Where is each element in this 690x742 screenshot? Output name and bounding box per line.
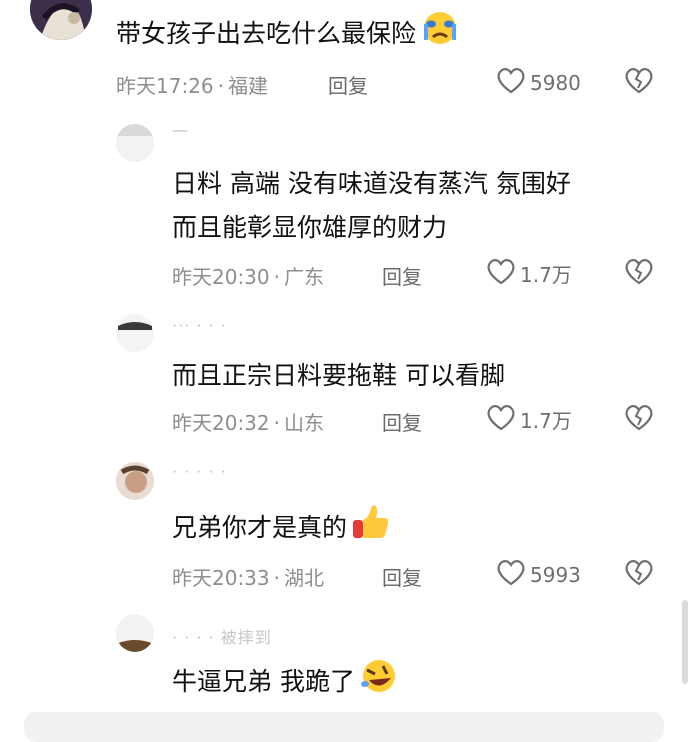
like-button[interactable]: 5993 [496,558,581,591]
comment-content: 而且正宗日料要拖鞋 可以看脚 [172,354,505,398]
comment-time: 昨天20:33 [172,566,270,590]
dislike-button[interactable] [624,403,654,435]
dislike-button[interactable] [624,66,654,98]
heart-icon [496,66,526,99]
comment-location: 山东 [284,411,324,435]
meta-separator: · [217,74,224,98]
avatar-image [30,0,92,40]
comment-text: 兄弟你才是真的 [172,513,348,542]
reply-button[interactable]: 回复 [382,562,422,591]
comment-text: 牛逼兄弟 我跪了 [172,667,355,696]
crying-face-emoji [420,10,460,60]
broken-heart-icon [624,259,654,289]
comment-time: 昨天20:32 [172,411,270,435]
scrollbar[interactable] [682,600,688,684]
reply-button[interactable]: 回复 [382,407,422,436]
comment-content: 兄弟你才是真的 [172,502,391,556]
avatar[interactable] [116,124,154,162]
like-count: 1.7万 [520,409,572,433]
comment-meta: 昨天17:26 · 福建 [116,70,268,99]
username[interactable]: · · · · · [172,462,227,481]
comment-meta: 昨天20:33 · 湖北 [172,562,324,591]
comment-input-bar[interactable] [24,712,664,742]
avatar[interactable] [116,462,154,500]
comment-meta: 昨天20:32 · 山东 [172,407,324,436]
username[interactable]: 一 [172,118,189,142]
comment-location: 福建 [228,74,268,98]
avatar-image [116,314,154,352]
broken-heart-icon [624,405,654,435]
username[interactable]: ··· · · · [172,316,227,335]
heart-icon [486,257,516,290]
dislike-button[interactable] [624,558,654,590]
comment-time: 昨天17:26 [116,74,214,98]
comment-meta: 昨天20:30 · 广东 [172,261,324,290]
meta-separator: · [273,265,280,289]
comment-location: 广东 [284,265,324,289]
comment-content: 日料 高端 没有味道没有蒸汽 氛围好 而且能彰显你雄厚的财力 [172,162,571,250]
like-button[interactable]: 5980 [496,66,581,99]
comment-location: 湖北 [284,566,324,590]
comment-text-line: 日料 高端 没有味道没有蒸汽 氛围好 [172,169,571,198]
avatar-image [116,614,154,652]
comment-text: 带女孩子出去吃什么最保险 [116,19,417,48]
avatar[interactable] [116,614,154,652]
comment-text-line: 而且能彰显你雄厚的财力 [172,213,448,242]
reply-button[interactable]: 回复 [382,261,422,290]
like-count: 5993 [530,562,581,587]
dislike-button[interactable] [624,257,654,289]
meta-separator: · [273,566,280,590]
rofl-emoji [359,658,399,708]
like-button[interactable]: 1.7万 [486,403,572,436]
username[interactable]: · · · · 被摔到 [172,624,272,648]
avatar-image [116,462,154,500]
heart-icon [496,558,526,591]
comment-content: 牛逼兄弟 我跪了 [172,658,399,708]
like-button[interactable]: 1.7万 [486,257,572,290]
meta-separator: · [273,411,280,435]
broken-heart-icon [624,68,654,98]
heart-icon [486,403,516,436]
reply-button[interactable]: 回复 [328,70,368,99]
comment-time: 昨天20:30 [172,265,270,289]
avatar-image [116,124,154,162]
comment-text-line: 而且正宗日料要拖鞋 可以看脚 [172,361,505,390]
like-count: 5980 [530,70,581,95]
broken-heart-icon [624,560,654,590]
like-count: 1.7万 [520,263,572,287]
thumbs-up-emoji [351,502,391,556]
comment-content: 带女孩子出去吃什么最保险 [116,10,460,60]
avatar[interactable] [30,0,92,40]
avatar[interactable] [116,314,154,352]
